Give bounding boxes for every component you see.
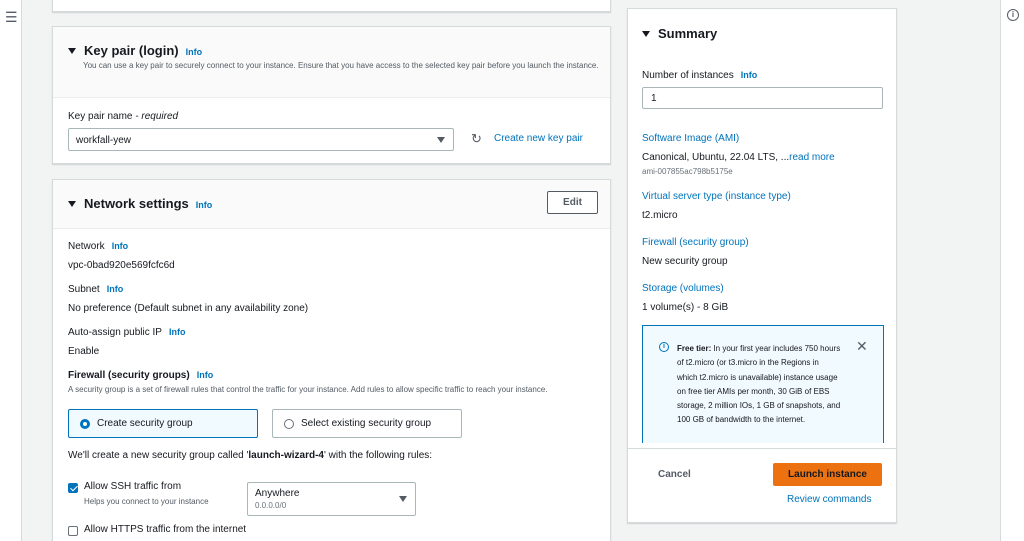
radio-existing-security-group[interactable]: Select existing security group: [272, 409, 462, 438]
edit-button[interactable]: Edit: [547, 191, 598, 214]
firewall-link[interactable]: Firewall (security group): [642, 237, 749, 248]
refresh-icon[interactable]: ↻: [471, 131, 485, 146]
key-pair-header: Key pair (login) Info You can use a key p…: [53, 27, 610, 98]
storage-link[interactable]: Storage (volumes): [642, 283, 724, 294]
summary-footer: Cancel Launch instance Review commands: [628, 448, 896, 524]
key-pair-section: Key pair (login) Info You can use a key p…: [52, 26, 611, 164]
create-key-pair-link[interactable]: Create new key pair: [494, 133, 583, 144]
subnet-value: No preference (Default subnet in any ava…: [68, 303, 309, 314]
ssh-help-text: Helps you connect to your instance: [84, 497, 209, 506]
network-settings-title: Network settings: [84, 196, 189, 211]
firewall-value: New security group: [642, 256, 728, 267]
close-icon[interactable]: ✕: [856, 338, 868, 355]
free-tier-text: Free tier: In your first year includes 7…: [677, 344, 841, 425]
radio-selected-icon: [80, 419, 90, 429]
ssh-source-select[interactable]: Anywhere 0.0.0.0/0: [247, 482, 416, 516]
key-pair-info-link[interactable]: Info: [186, 47, 203, 57]
info-icon: i: [659, 342, 669, 352]
ssh-checkbox[interactable]: [68, 483, 78, 493]
firewall-description: A security group is a set of firewall ru…: [68, 385, 548, 394]
subnet-info-link[interactable]: Info: [107, 284, 124, 294]
network-settings-section: Network settings Info Edit Network Info vp…: [52, 179, 611, 541]
left-rail: ☰: [0, 0, 22, 541]
read-more-link[interactable]: read more: [789, 152, 835, 163]
collapse-caret-icon[interactable]: [642, 30, 650, 37]
menu-icon[interactable]: ☰: [5, 9, 18, 26]
summary-panel: Summary Number of instances Info 1 Softwa…: [627, 8, 897, 523]
radio-unselected-icon: [284, 419, 294, 429]
info-panel-icon[interactable]: i: [1007, 9, 1019, 21]
instance-type-link[interactable]: Virtual server type (instance type): [642, 191, 791, 202]
ami-id: ami-007855ac798b5175e: [642, 167, 733, 176]
https-label: Allow HTTPS traffic from the internet: [84, 524, 247, 535]
storage-value: 1 volume(s) - 8 GiB: [642, 302, 729, 313]
key-pair-select[interactable]: workfall-yew: [68, 128, 454, 151]
summary-title: Summary: [658, 26, 718, 41]
key-pair-description: You can use a key pair to securely conne…: [83, 61, 599, 70]
auto-ip-label: Auto-assign public IP Info: [68, 327, 186, 338]
previous-section-card: [52, 0, 611, 12]
instances-info-link[interactable]: Info: [741, 70, 758, 80]
right-rail: i: [1000, 0, 1024, 541]
free-tier-alert: i Free tier: In your first year includes…: [642, 325, 884, 443]
dropdown-arrow-icon: [437, 136, 445, 143]
review-commands-link[interactable]: Review commands: [787, 494, 871, 505]
key-pair-name-label: Key pair name - required: [68, 111, 179, 122]
auto-ip-value: Enable: [68, 346, 100, 357]
radio-create-security-group[interactable]: Create security group: [68, 409, 258, 438]
network-value: vpc-0bad920e569fcfc6d: [68, 260, 175, 271]
firewall-info-link[interactable]: Info: [197, 370, 214, 380]
instances-label: Number of instances Info: [642, 70, 758, 81]
firewall-label: Firewall (security groups) Info: [68, 370, 214, 381]
network-settings-header: Network settings Info Edit: [53, 180, 610, 229]
subnet-label: Subnet Info: [68, 284, 124, 295]
ssh-label: Allow SSH traffic from: [84, 481, 182, 492]
launch-instance-button[interactable]: Launch instance: [773, 463, 882, 486]
auto-ip-info-link[interactable]: Info: [169, 327, 186, 337]
instance-type-value: t2.micro: [642, 210, 678, 221]
collapse-caret-icon[interactable]: [68, 47, 76, 54]
collapse-caret-icon[interactable]: [68, 200, 76, 207]
ami-value: Canonical, Ubuntu, 22.04 LTS, ...read mo…: [642, 152, 835, 163]
https-checkbox[interactable]: [68, 526, 78, 536]
instances-input[interactable]: 1: [642, 87, 883, 109]
network-label: Network Info: [68, 241, 129, 252]
network-field-info-link[interactable]: Info: [112, 241, 129, 251]
dropdown-arrow-icon: [399, 496, 407, 502]
rules-text: We'll create a new security group called…: [68, 450, 433, 461]
cancel-button[interactable]: Cancel: [658, 469, 691, 480]
ami-link[interactable]: Software Image (AMI): [642, 133, 739, 144]
key-pair-title: Key pair (login): [84, 43, 179, 58]
network-info-link[interactable]: Info: [196, 200, 213, 210]
